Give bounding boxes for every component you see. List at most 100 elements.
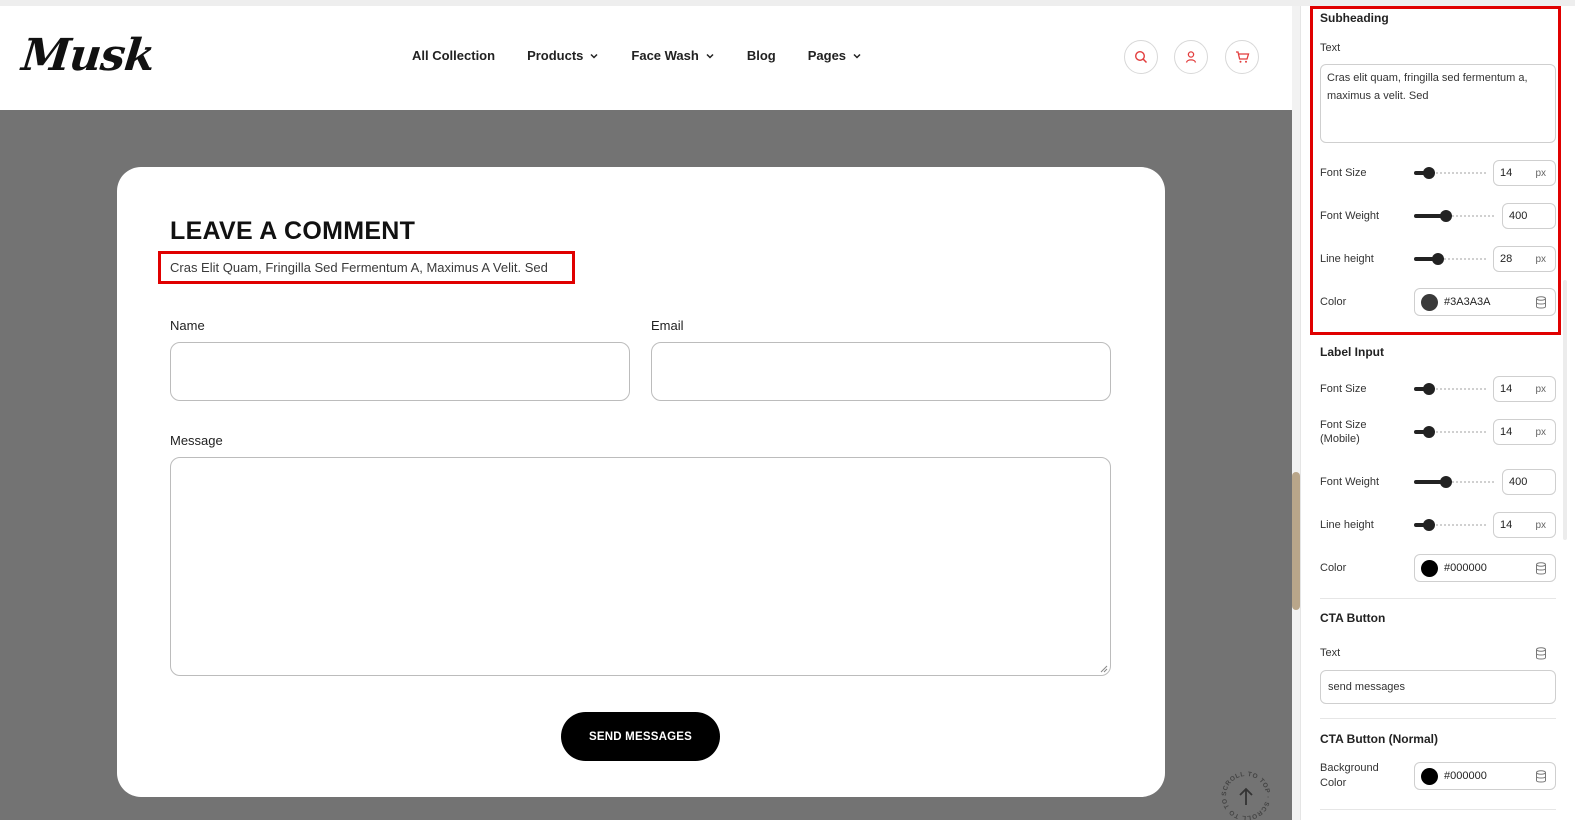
slider-knob[interactable] xyxy=(1440,476,1452,488)
site-logo[interactable]: Musk xyxy=(19,30,156,81)
label-input-section-title: Label Input xyxy=(1320,345,1384,359)
label-line-height-slider[interactable] xyxy=(1414,519,1486,531)
label-font-size-mobile-input[interactable]: 14 px xyxy=(1493,419,1556,445)
color-swatch[interactable] xyxy=(1421,293,1438,311)
color-label: Color xyxy=(1320,562,1347,574)
email-field[interactable] xyxy=(651,342,1111,401)
nav-blog[interactable]: Blog xyxy=(747,48,776,63)
site-header: Musk All Collection Products Face Wash B… xyxy=(0,6,1292,110)
cta-section-title: CTA Button xyxy=(1320,611,1386,625)
chevron-down-icon xyxy=(590,53,598,59)
search-button[interactable] xyxy=(1124,40,1158,74)
font-weight-label: Font Weight xyxy=(1320,210,1380,222)
name-field[interactable] xyxy=(170,342,630,401)
value: 400 xyxy=(1509,476,1528,488)
user-icon xyxy=(1185,51,1197,63)
subheading-section-title: Subheading xyxy=(1320,11,1389,25)
slider-knob[interactable] xyxy=(1423,167,1435,179)
value: 14 xyxy=(1500,383,1513,395)
slider-knob[interactable] xyxy=(1432,253,1444,265)
database-icon[interactable] xyxy=(1535,647,1547,660)
subheading-text-input[interactable]: Cras elit quam, fringilla sed fermentum … xyxy=(1320,64,1556,143)
line-height-input[interactable]: 28 px xyxy=(1493,246,1556,272)
nav-pages[interactable]: Pages xyxy=(808,48,862,63)
font-weight-input[interactable]: 400 xyxy=(1502,203,1556,229)
account-button[interactable] xyxy=(1174,40,1208,74)
cart-icon xyxy=(1235,51,1249,63)
unit: px xyxy=(1535,426,1546,438)
database-icon[interactable] xyxy=(1535,296,1547,309)
unit: px xyxy=(1535,253,1546,265)
nav-products[interactable]: Products xyxy=(527,48,599,63)
line-height-slider[interactable] xyxy=(1414,253,1486,265)
main-nav: All Collection Products Face Wash Blog P… xyxy=(412,48,894,63)
label-font-weight-input[interactable]: 400 xyxy=(1502,469,1556,495)
search-icon xyxy=(1134,50,1148,64)
database-icon[interactable] xyxy=(1535,770,1547,783)
nav-label: All Collection xyxy=(412,48,496,63)
preview-scrollbar[interactable] xyxy=(1292,6,1300,820)
comment-form-card: LEAVE A COMMENT Cras Elit Quam, Fringill… xyxy=(117,167,1165,797)
subheading-color-picker[interactable]: #3A3A3A xyxy=(1414,288,1556,316)
divider xyxy=(1320,598,1556,599)
nav-all-collection[interactable]: All Collection xyxy=(412,48,495,63)
message-label: Message xyxy=(170,433,223,448)
label-line-height-input[interactable]: 14 px xyxy=(1493,512,1556,538)
chevron-down-icon xyxy=(853,53,861,59)
color-value: #000000 xyxy=(1444,770,1487,782)
cart-button[interactable] xyxy=(1225,40,1259,74)
label-font-size-slider[interactable] xyxy=(1414,383,1486,395)
slider-knob[interactable] xyxy=(1440,210,1452,222)
panel-scrollbar[interactable] xyxy=(1563,280,1567,540)
font-size-mobile-label: Font Size xyxy=(1320,419,1367,431)
value: 28 xyxy=(1500,253,1513,265)
color-label: Color xyxy=(1320,296,1347,308)
font-size-label: Font Size xyxy=(1320,167,1367,179)
font-size-input[interactable]: 14 px xyxy=(1493,160,1556,186)
font-weight-label: Font Weight xyxy=(1320,476,1380,488)
color-value: #3A3A3A xyxy=(1444,296,1491,308)
cta-normal-section-title: CTA Button (Normal) xyxy=(1320,732,1438,746)
color-swatch[interactable] xyxy=(1421,767,1438,785)
text-label: Text xyxy=(1320,42,1341,54)
color-swatch[interactable] xyxy=(1421,559,1438,577)
font-size-slider[interactable] xyxy=(1414,167,1486,179)
slider-knob[interactable] xyxy=(1423,383,1435,395)
nav-label: Blog xyxy=(746,48,776,63)
color-value: #000000 xyxy=(1444,562,1487,574)
database-icon[interactable] xyxy=(1535,562,1547,575)
label-color-picker[interactable]: #000000 xyxy=(1414,554,1556,582)
slider-knob[interactable] xyxy=(1423,426,1435,438)
value: 14 xyxy=(1500,426,1513,438)
value: 14 xyxy=(1500,167,1513,179)
unit: px xyxy=(1535,383,1546,395)
form-title: LEAVE A COMMENT xyxy=(170,217,416,245)
font-size-mobile-label-suffix: (Mobile) xyxy=(1320,433,1360,445)
cta-bg-color-picker[interactable]: #000000 xyxy=(1414,762,1556,790)
preview-scrollbar-thumb[interactable] xyxy=(1292,472,1300,610)
label-font-size-input[interactable]: 14 px xyxy=(1493,376,1556,402)
scroll-to-top-button[interactable]: SCROLL TO TOP · SCROLL TO TOP · xyxy=(1218,768,1274,820)
resize-handle-icon[interactable] xyxy=(1099,664,1108,673)
unit: px xyxy=(1535,167,1546,179)
font-size-label: Font Size xyxy=(1320,383,1367,395)
arrow-up-icon xyxy=(1239,787,1253,805)
label-font-size-mobile-slider[interactable] xyxy=(1414,426,1486,438)
bg-color-label: Background xyxy=(1320,762,1379,774)
value: 400 xyxy=(1509,210,1528,222)
label-font-weight-slider[interactable] xyxy=(1414,476,1494,488)
cta-text-input[interactable]: send messages xyxy=(1320,670,1556,704)
divider xyxy=(1320,809,1556,810)
slider-knob[interactable] xyxy=(1423,519,1435,531)
bg-color-label-suffix: Color xyxy=(1320,777,1347,789)
send-messages-button[interactable]: SEND MESSAGES xyxy=(561,712,720,761)
text-label: Text xyxy=(1320,647,1341,659)
divider xyxy=(1320,718,1556,719)
nav-face-wash[interactable]: Face Wash xyxy=(631,48,714,63)
nav-label: Products xyxy=(527,48,584,63)
font-weight-slider[interactable] xyxy=(1414,210,1494,222)
form-subheading[interactable]: Cras Elit Quam, Fringilla Sed Fermentum … xyxy=(170,260,548,275)
line-height-label: Line height xyxy=(1320,253,1374,265)
nav-label: Pages xyxy=(807,48,847,63)
message-field[interactable] xyxy=(170,457,1111,676)
